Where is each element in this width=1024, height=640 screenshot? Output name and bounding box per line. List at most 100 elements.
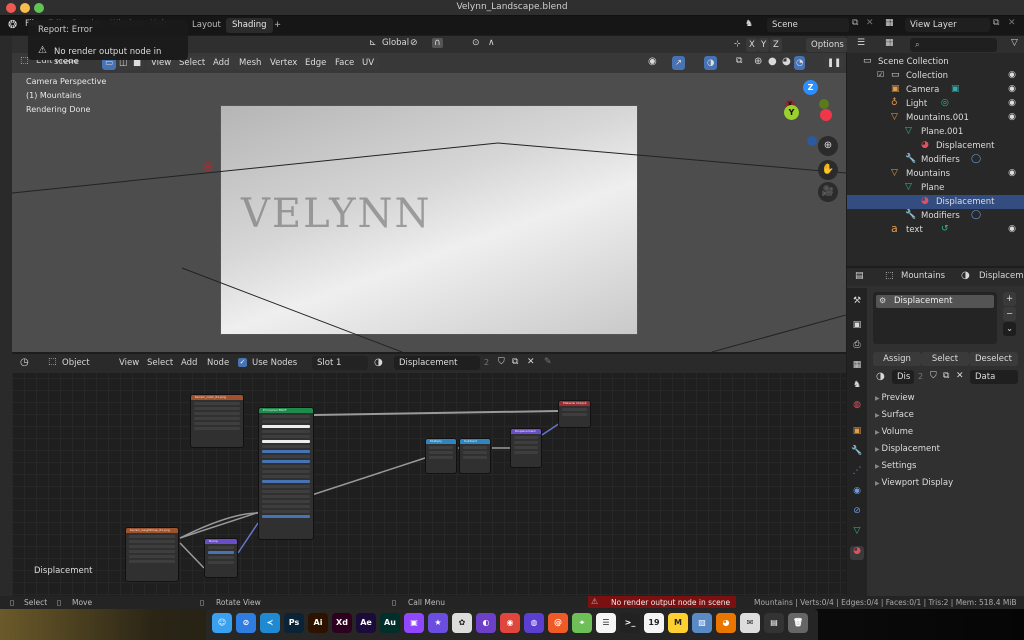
material-slot-item[interactable]: Displacement: [876, 295, 994, 308]
pin-icon[interactable]: ✎: [544, 357, 552, 367]
assign-button[interactable]: Assign: [873, 352, 921, 366]
eye-icon[interactable]: ◉: [1008, 112, 1016, 122]
tab-shading[interactable]: Shading: [226, 18, 273, 33]
use-nodes-checkbox[interactable]: ✓: [238, 358, 247, 367]
panel-settings[interactable]: ▶ Settings: [875, 461, 916, 471]
material-slot-list[interactable]: Displacement ⚙: [873, 292, 997, 344]
gizmo-y-axis[interactable]: Y: [784, 105, 799, 120]
node-bump[interactable]: Bump: [204, 538, 238, 578]
unlink-material-icon[interactable]: ✕: [527, 357, 535, 367]
fake-user-icon[interactable]: ⛉: [930, 371, 937, 381]
gizmo-z-neg-axis[interactable]: [807, 136, 817, 146]
dock-app-photoshop[interactable]: Ps: [284, 613, 304, 633]
dock-app-siri[interactable]: ◍: [524, 613, 544, 633]
3d-viewport[interactable]: ⬚ Edit Mode ▭ ◫ ■ View Select Add Mesh V…: [12, 53, 846, 352]
duplicate-material-icon[interactable]: ⧉: [943, 371, 949, 381]
blender-logo-icon[interactable]: ❂: [8, 18, 17, 31]
snap-icon[interactable]: ∩: [432, 38, 443, 48]
eye-icon[interactable]: ◉: [1008, 84, 1016, 94]
eye-icon[interactable]: ◉: [1008, 98, 1016, 108]
view-layer-field[interactable]: View Layer: [905, 18, 990, 32]
panel-surface[interactable]: ▶ Surface: [875, 410, 914, 420]
node-menu-select[interactable]: Select: [147, 358, 173, 368]
editor-type-icon[interactable]: ◷: [20, 357, 29, 368]
fake-user-icon[interactable]: ⛉: [498, 357, 505, 367]
eye-icon[interactable]: ◉: [1008, 70, 1016, 80]
view-layer-icon[interactable]: ▦: [885, 18, 894, 28]
output-tab-icon[interactable]: ⎙: [850, 340, 864, 354]
tool-tab-icon[interactable]: ⚒: [850, 296, 864, 310]
object-tab-icon[interactable]: ▣: [850, 426, 864, 440]
options-dropdown[interactable]: Options: [806, 38, 849, 52]
axis-x-toggle[interactable]: X: [746, 38, 758, 52]
duplicate-material-icon[interactable]: ⧉: [512, 357, 518, 367]
status-error-badge[interactable]: ⚠ No render output node in scene: [588, 596, 736, 608]
dock-app-reminders[interactable]: ☰: [596, 613, 616, 633]
node-image-texture-heightmap[interactable]: terrain_heightmap_01.png: [125, 527, 179, 582]
new-view-layer-icon[interactable]: ⧉: [993, 18, 999, 28]
dock-app-illustrator[interactable]: Ai: [308, 613, 328, 633]
3d-cursor-icon[interactable]: ⊕: [202, 159, 214, 175]
material-browse-icon[interactable]: ◑: [876, 371, 885, 382]
material-browse-icon[interactable]: ◑: [374, 357, 383, 368]
transform-orientation-dropdown[interactable]: Global: [382, 38, 409, 48]
deselect-button[interactable]: Deselect: [969, 352, 1018, 366]
node-image-texture-color[interactable]: terrain_color_01.png: [190, 394, 244, 448]
axis-z-toggle[interactable]: Z: [770, 38, 782, 52]
material-name-field[interactable]: Displacement: [394, 356, 480, 370]
material-users-count[interactable]: 2: [484, 358, 489, 367]
scene-field[interactable]: Scene: [767, 18, 849, 32]
view-layer-tab-icon[interactable]: ▦: [850, 360, 864, 374]
modifier-icon[interactable]: ◯: [971, 154, 981, 164]
panel-viewport-display[interactable]: ▶ Viewport Display: [875, 478, 953, 488]
dock-app-imovie[interactable]: ★: [428, 613, 448, 633]
checkbox-icon[interactable]: ☑: [877, 70, 884, 79]
outliner-displacement-material[interactable]: ◕ Displacement: [847, 139, 1024, 153]
dock-app-vs-code[interactable]: ≺: [260, 613, 280, 633]
scene-tab-icon[interactable]: ♞: [850, 380, 864, 394]
shader-type-dropdown[interactable]: Object: [62, 358, 90, 368]
dock-app-chrome[interactable]: ◉: [500, 613, 520, 633]
tab-layout[interactable]: Layout: [186, 18, 227, 33]
outliner-modifiers[interactable]: 🔧 Modifiers ◯: [847, 209, 1024, 223]
world-tab-icon[interactable]: ◍: [850, 400, 864, 414]
gizmo-y-neg-axis[interactable]: [819, 99, 829, 109]
material-users-count[interactable]: 2: [918, 372, 923, 381]
node-displacement[interactable]: Displacement: [510, 428, 542, 468]
dock-app-preview[interactable]: ▨: [692, 613, 712, 633]
material-short-field[interactable]: Dis: [892, 370, 914, 384]
add-slot-button[interactable]: +: [1003, 292, 1017, 306]
select-button[interactable]: Select: [921, 352, 969, 366]
node-principled-bsdf[interactable]: Principled BSDF: [258, 407, 314, 540]
display-mode-icon[interactable]: ☰: [857, 38, 865, 48]
outliner-camera[interactable]: ▣ Camera ▣ ◉: [847, 83, 1024, 97]
pan-view-icon[interactable]: ✋: [818, 160, 838, 180]
dock-app-blender[interactable]: ◕: [716, 613, 736, 633]
dock-app-xd[interactable]: Xd: [332, 613, 352, 633]
dock-app-after-effects[interactable]: Ae: [356, 613, 376, 633]
outliner-light[interactable]: ♁ Light ◎ ◉: [847, 97, 1024, 111]
falloff-icon[interactable]: ∧: [488, 38, 495, 48]
outliner-displacement-material-selected[interactable]: ◕ Displacement: [847, 195, 1024, 209]
proportional-edit-icon[interactable]: ⊙: [472, 38, 480, 48]
node-menu-add[interactable]: Add: [181, 358, 197, 368]
slot-specials-button[interactable]: ⌄: [1003, 322, 1017, 336]
light-data-icon[interactable]: ◎: [941, 98, 949, 108]
node-menu-node[interactable]: Node: [207, 358, 229, 368]
filter-layer-icon[interactable]: ▦: [885, 38, 894, 48]
panel-preview[interactable]: ▶ Preview: [875, 393, 915, 403]
dock-app-maps[interactable]: ⌖: [572, 613, 592, 633]
editor-type-icon[interactable]: ▤: [855, 271, 864, 281]
dock-app-terminal[interactable]: >_: [620, 613, 640, 633]
data-tab-icon[interactable]: ▽: [850, 526, 864, 540]
eye-icon[interactable]: ◉: [1008, 224, 1016, 234]
dock-app-twitch[interactable]: ▣: [404, 613, 424, 633]
dock-app-trash[interactable]: 🗑: [788, 613, 808, 633]
gizmo-x-axis[interactable]: [820, 109, 832, 121]
outliner-text[interactable]: a text ↺ ◉: [847, 222, 1024, 237]
camera-view-icon[interactable]: 🎥: [818, 182, 838, 202]
zoom-view-icon[interactable]: ⊕: [818, 136, 838, 156]
physics-tab-icon[interactable]: ◉: [850, 486, 864, 500]
dock-app-audition[interactable]: Au: [380, 613, 400, 633]
outliner-plane[interactable]: ▽ Plane: [847, 181, 1024, 195]
